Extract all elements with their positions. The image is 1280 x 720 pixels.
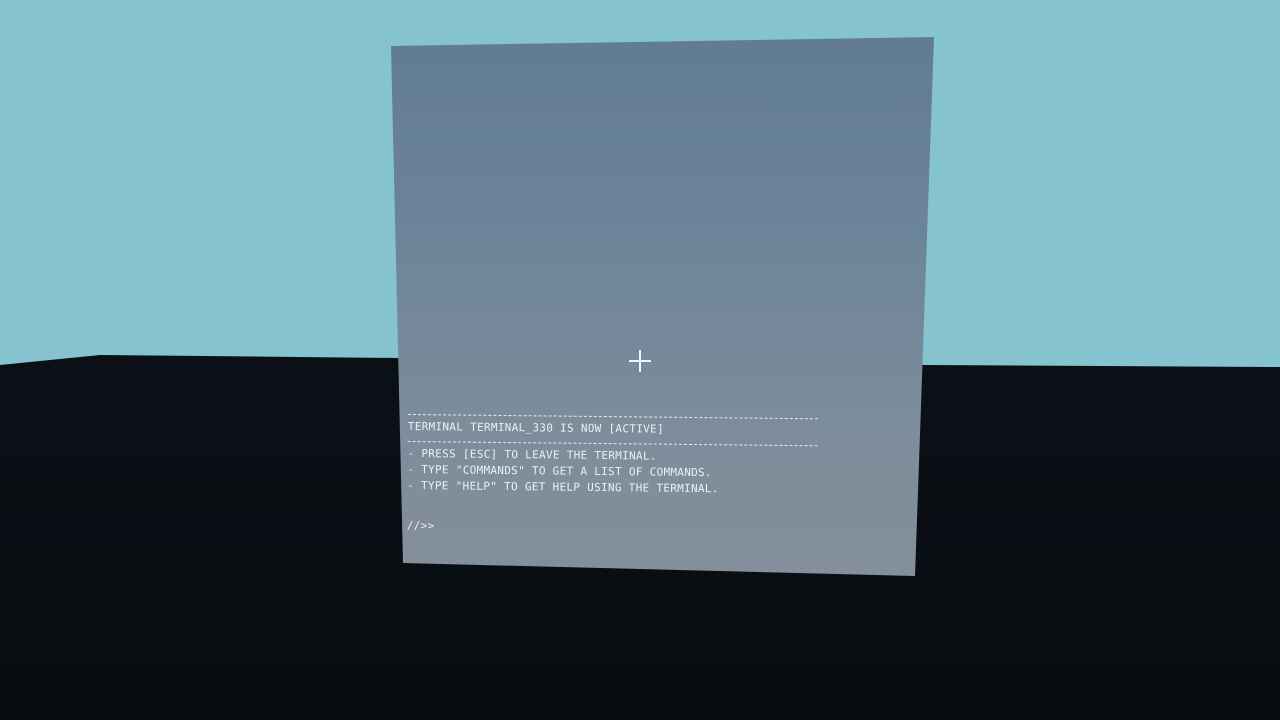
game-viewport: TERMINAL TERMINAL_330 IS NOW [ACTIVE] - …: [0, 0, 1280, 720]
terminal-output: TERMINAL TERMINAL_330 IS NOW [ACTIVE] - …: [407, 408, 828, 538]
instruction-help: - TYPE "HELP" TO GET HELP USING THE TERM…: [407, 478, 719, 496]
crosshair-icon: [629, 350, 651, 372]
crosshair-vertical: [639, 350, 641, 372]
terminal-divider-bottom: [407, 440, 818, 447]
terminal-instructions: - PRESS [ESC] TO LEAVE THE TERMINAL. - T…: [407, 446, 827, 498]
terminal-divider-top: [407, 413, 818, 420]
terminal-status-line: TERMINAL TERMINAL_330 IS NOW [ACTIVE]: [407, 419, 665, 436]
